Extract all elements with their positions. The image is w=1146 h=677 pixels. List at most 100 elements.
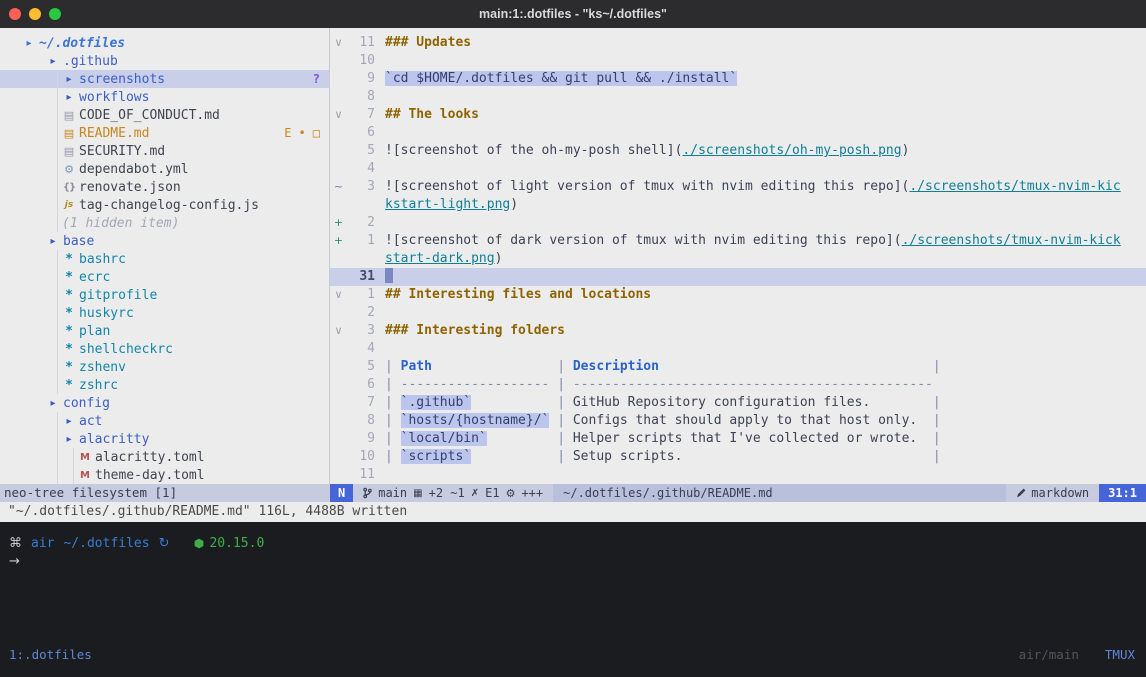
- tree-item-ecrc[interactable]: *ecrc: [0, 268, 329, 286]
- folder-arrow-icon: ▸: [22, 38, 36, 49]
- editor-line[interactable]: 4: [330, 340, 1146, 358]
- text-segment-text: ): [902, 143, 910, 158]
- line-number: [347, 250, 375, 268]
- window-grid-icon: ▦: [413, 488, 422, 499]
- editor-line[interactable]: ∨11### Updates: [330, 34, 1146, 52]
- line-number: 5: [347, 142, 375, 160]
- fold-marker-icon: ∨: [330, 34, 347, 52]
- line-number: 3: [347, 322, 375, 340]
- tree-item-renovate.json[interactable]: {}renovate.json: [0, 178, 329, 196]
- editor-line[interactable]: 6: [330, 124, 1146, 142]
- line-number: 4: [347, 160, 375, 178]
- editor-pane: ∨11### Updates109`cd $HOME/.dotfiles && …: [330, 28, 1146, 502]
- tmux-label: TMUX: [1105, 647, 1135, 662]
- editor-line[interactable]: 8| `hosts/{hostname}/` | Configs that sh…: [330, 412, 1146, 430]
- node-hexagon-icon: [194, 538, 204, 549]
- tree-item-shellcheckrc[interactable]: *shellcheckrc: [0, 340, 329, 358]
- zoom-button[interactable]: [49, 8, 61, 20]
- line-number: 1: [347, 232, 375, 250]
- tree-item-alacritty.toml[interactable]: Malacritty.toml: [0, 448, 329, 466]
- editor-line[interactable]: 10: [330, 52, 1146, 70]
- minimize-button[interactable]: [29, 8, 41, 20]
- tree-item-theme-day.toml[interactable]: Mtheme-day.toml: [0, 466, 329, 484]
- tree-item-readme.md[interactable]: ▤README.mdE•□: [0, 124, 329, 142]
- tree-item-huskyrc[interactable]: *huskyrc: [0, 304, 329, 322]
- prompt-arrow: →: [0, 551, 1146, 569]
- editor-line[interactable]: ∨7## The looks: [330, 106, 1146, 124]
- editor-line[interactable]: 5| Path | Description |: [330, 358, 1146, 376]
- text-cursor: [385, 268, 393, 283]
- text-segment-link: start-dark.png: [385, 251, 495, 266]
- git-add-sign: +: [330, 232, 347, 250]
- tree-item-label: plan: [79, 324, 110, 339]
- tree-item-zshenv[interactable]: *zshenv: [0, 358, 329, 376]
- shell-file-icon: *: [62, 270, 76, 285]
- editor-line[interactable]: 9| `local/bin` | Helper scripts that I'v…: [330, 430, 1146, 448]
- tree-item-label: zshrc: [79, 378, 118, 393]
- prompt-path: ~/.dotfiles: [63, 536, 149, 551]
- window-controls: [9, 8, 61, 20]
- line-text: | `local/bin` | Helper scripts that I've…: [375, 430, 941, 448]
- editor-line[interactable]: kstart-light.png): [330, 196, 1146, 214]
- gutter-marker: [330, 250, 347, 268]
- folder-arrow-icon: ▸: [62, 74, 76, 85]
- tree-item-base[interactable]: ▸base: [0, 232, 329, 250]
- editor-line[interactable]: 4: [330, 160, 1146, 178]
- editor-line[interactable]: +1![screenshot of dark version of tmux w…: [330, 232, 1146, 250]
- editor-line[interactable]: 6| ------------------- | ---------------…: [330, 376, 1146, 394]
- editor-line[interactable]: 5![screenshot of the oh-my-posh shell](.…: [330, 142, 1146, 160]
- line-number: 10: [347, 52, 375, 70]
- shell-file-icon: *: [62, 324, 76, 339]
- gutter-marker: [330, 376, 347, 394]
- tree-item-.github[interactable]: ▸.github: [0, 52, 329, 70]
- gutter-marker: [330, 88, 347, 106]
- tree-item-alacritty[interactable]: ▸alacritty: [0, 430, 329, 448]
- tree-item-zshrc[interactable]: *zshrc: [0, 376, 329, 394]
- tree-item-label: act: [79, 414, 102, 429]
- editor-line[interactable]: 31: [330, 268, 1146, 286]
- text-segment-pipe: |: [933, 413, 941, 428]
- tree-item-code-of-conduct.md[interactable]: ▤CODE_OF_CONDUCT.md: [0, 106, 329, 124]
- editor-line[interactable]: 11: [330, 466, 1146, 484]
- tree-item-plan[interactable]: *plan: [0, 322, 329, 340]
- tree-item-label: screenshots: [79, 72, 165, 87]
- tree-item-tag-changelog-config.js[interactable]: jstag-changelog-config.js: [0, 196, 329, 214]
- close-button[interactable]: [9, 8, 21, 20]
- editor-line[interactable]: 2: [330, 304, 1146, 322]
- tree-item-gitprofile[interactable]: *gitprofile: [0, 286, 329, 304]
- tmux-statusbar: 1:.dotfiles air/main TMUX: [0, 645, 1146, 663]
- folder-arrow-icon: ▸: [62, 416, 76, 427]
- editor-line[interactable]: ∨1## Interesting files and locations: [330, 286, 1146, 304]
- tree-item-config[interactable]: ▸config: [0, 394, 329, 412]
- editor-line[interactable]: +2: [330, 214, 1146, 232]
- text-segment-text: [487, 431, 557, 446]
- text-segment-text: Helper scripts that I've collected or wr…: [573, 431, 933, 446]
- editor-line[interactable]: ∨3### Interesting folders: [330, 322, 1146, 340]
- tree-item-act[interactable]: ▸act: [0, 412, 329, 430]
- tree-item-1-hidden-item[interactable]: (1 hidden item): [0, 214, 329, 232]
- tree-item-bashrc[interactable]: *bashrc: [0, 250, 329, 268]
- editor-line[interactable]: 8: [330, 88, 1146, 106]
- tree-item-dependabot.yml[interactable]: ⚙dependabot.yml: [0, 160, 329, 178]
- tree-item-.dotfiles[interactable]: ▸~/.dotfiles: [0, 34, 329, 52]
- tree-item-label: huskyrc: [79, 306, 134, 321]
- tmux-window-item[interactable]: 1:.dotfiles: [0, 647, 92, 662]
- statusline-file-path: ~/.dotfiles/.github/README.md: [553, 484, 1006, 502]
- gutter-marker: [330, 268, 347, 286]
- editor-line[interactable]: start-dark.png): [330, 250, 1146, 268]
- tree-item-label: alacritty: [79, 432, 149, 447]
- editor-line[interactable]: ~3![screenshot of light version of tmux …: [330, 178, 1146, 196]
- line-number: 5: [347, 358, 375, 376]
- editor-line[interactable]: 10| `scripts` | Setup scripts. |: [330, 448, 1146, 466]
- editor-line[interactable]: 9`cd $HOME/.dotfiles && git pull && ./in…: [330, 70, 1146, 88]
- gutter-marker: [330, 124, 347, 142]
- tree-item-screenshots[interactable]: ▸screenshots?: [0, 70, 329, 88]
- line-number: 8: [347, 412, 375, 430]
- tree-item-label: dependabot.yml: [79, 162, 189, 177]
- tree-item-security.md[interactable]: ▤SECURITY.md: [0, 142, 329, 160]
- text-segment-code: `hosts/{hostname}/`: [401, 413, 550, 428]
- shell-file-icon: *: [62, 342, 76, 357]
- mode-indicator: N: [330, 484, 353, 502]
- editor-line[interactable]: 7| `.github` | GitHub Repository configu…: [330, 394, 1146, 412]
- tree-item-workflows[interactable]: ▸workflows: [0, 88, 329, 106]
